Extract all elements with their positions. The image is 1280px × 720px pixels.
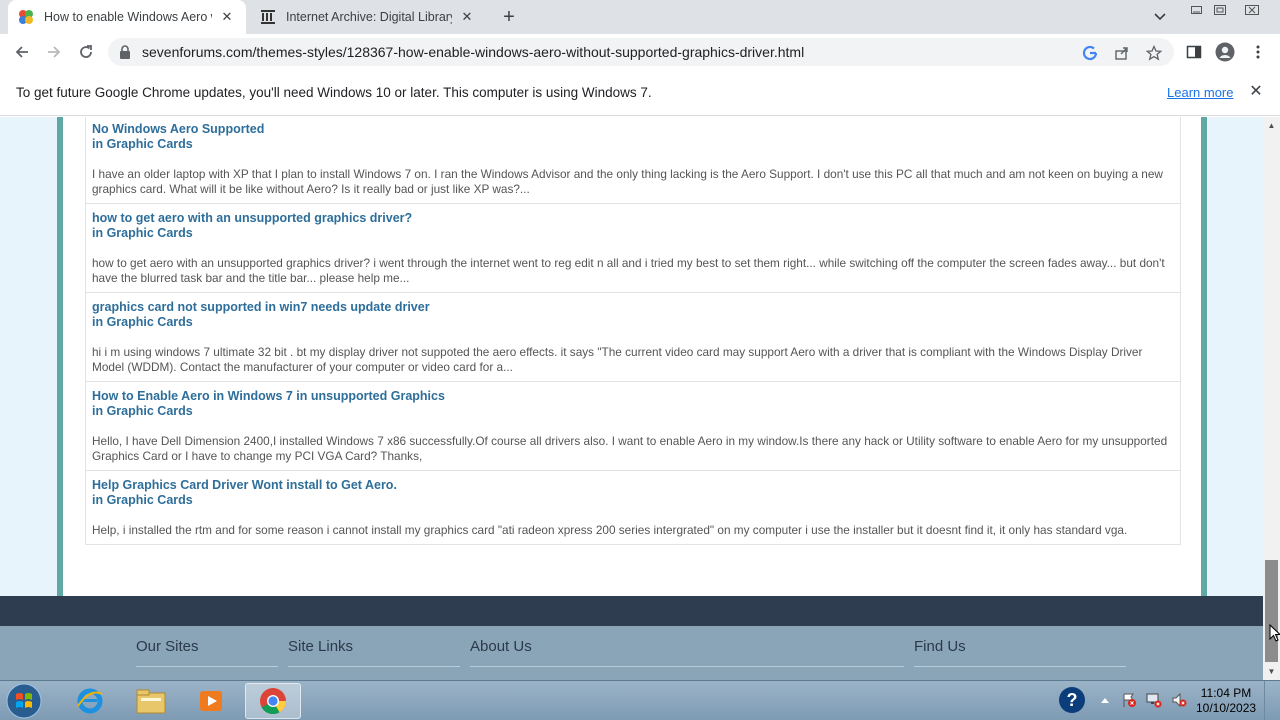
volume-muted-icon[interactable] [1170,691,1188,709]
profile-avatar-icon[interactable] [1215,42,1235,62]
action-center-flag-icon[interactable] [1120,691,1138,709]
browser-toolbar: sevenforums.com/themes-styles/128367-how… [0,34,1280,70]
show-desktop-button[interactable] [1264,681,1280,720]
footer-heading-our-sites: Our Sites [136,638,278,667]
footer-heading-text: About Us [470,638,532,655]
windows-taskbar: ? 11:04 PM 10/10/2023 [0,680,1280,720]
mouse-cursor-icon [1269,624,1280,642]
page-scrollbar[interactable]: ▲ ▼ [1263,117,1280,680]
site-footer: Our Sites Site Links About Us Find Us [0,626,1263,680]
tab-strip: How to enable Windows Aero wi ✕ Internet… [0,0,1280,34]
footer-divider [914,666,1126,667]
clock-time: 11:04 PM [1200,686,1252,700]
svg-text:?: ? [1067,690,1078,710]
taskbar-windows-explorer-icon[interactable] [123,683,179,719]
thread-snippet: Hello, I have Dell Dimension 2400,I inst… [92,434,1168,463]
more-menu-icon[interactable] [1248,42,1268,62]
page-viewport: No Windows Aero Supported in Graphic Car… [0,117,1263,680]
list-item: how to get aero with an unsupported grap… [86,204,1180,293]
infobar-message: To get future Google Chrome updates, you… [16,85,652,100]
similar-threads-list: No Windows Aero Supported in Graphic Car… [85,117,1181,545]
close-tab-icon[interactable]: ✕ [458,8,476,26]
footer-band [0,596,1263,626]
footer-heading-text: Site Links [288,638,354,655]
list-item: How to Enable Aero in Windows 7 in unsup… [86,382,1180,471]
close-window-icon[interactable] [1240,2,1264,18]
close-infobar-icon[interactable]: ✕ [1248,83,1264,100]
google-translate-icon[interactable] [1081,44,1099,62]
thread-snippet: I have an older laptop with XP that I pl… [92,167,1163,196]
start-button[interactable] [4,682,44,720]
thread-forum-label: in Graphic Cards [92,226,193,240]
thread-title-link[interactable]: Help Graphics Card Driver Wont install t… [92,478,1174,493]
thread-snippet: Help, i installed the rtm and for some r… [92,523,1128,537]
side-panel-icon[interactable] [1184,42,1204,62]
bookmark-star-icon[interactable] [1145,44,1163,62]
clock-date: 10/10/2023 [1196,701,1257,715]
footer-heading-site-links: Site Links [288,638,460,667]
thread-snippet: hi i m using windows 7 ultimate 32 bit .… [92,345,1143,374]
close-tab-icon[interactable]: ✕ [218,8,236,26]
internet-archive-favicon-icon [260,9,276,25]
back-arrow-icon[interactable] [10,40,34,64]
thread-title-link[interactable]: How to Enable Aero in Windows 7 in unsup… [92,389,1174,404]
address-bar[interactable]: sevenforums.com/themes-styles/128367-how… [108,38,1174,66]
footer-heading-about-us: About Us [470,638,904,667]
learn-more-link[interactable]: Learn more [1167,85,1233,100]
help-question-icon[interactable]: ? [1058,685,1086,715]
list-item: graphics card not supported in win7 need… [86,293,1180,382]
thread-forum-label: in Graphic Cards [92,315,193,329]
list-item: No Windows Aero Supported in Graphic Car… [86,117,1180,204]
taskbar-google-chrome-icon[interactable] [245,683,301,719]
restore-window-icon[interactable] [1208,2,1232,18]
tab-title: Internet Archive: Digital Library o [286,10,452,24]
taskbar-internet-explorer-icon[interactable] [62,683,118,719]
lock-icon[interactable] [118,44,134,60]
scrollbar-thumb[interactable] [1265,560,1278,662]
scroll-down-arrow-icon[interactable]: ▼ [1263,663,1280,680]
thread-snippet: how to get aero with an unsupported grap… [92,256,1165,285]
tab-title: How to enable Windows Aero wi [44,10,212,24]
thread-forum-label: in Graphic Cards [92,137,193,151]
minimize-window-icon[interactable] [1184,2,1208,18]
new-tab-button[interactable]: + [498,6,520,28]
forward-arrow-icon[interactable] [42,40,66,64]
share-icon[interactable] [1113,44,1131,62]
tab-internet-archive[interactable]: Internet Archive: Digital Library o ✕ [250,0,486,34]
thread-forum-label: in Graphic Cards [92,404,193,418]
footer-divider [136,666,278,667]
thread-title-link[interactable]: how to get aero with an unsupported grap… [92,211,1174,226]
network-icon[interactable] [1145,691,1163,709]
url-text: sevenforums.com/themes-styles/128367-how… [142,44,805,60]
footer-divider [288,666,460,667]
show-hidden-icons-arrow-icon[interactable] [1098,691,1112,709]
scroll-up-arrow-icon[interactable]: ▲ [1263,117,1280,134]
tab-search-chevron-icon[interactable] [1150,8,1170,26]
sevenforums-favicon-icon [18,9,34,25]
thread-title-link[interactable]: graphics card not supported in win7 need… [92,300,1174,315]
footer-divider [470,666,904,667]
tab-sevenforums[interactable]: How to enable Windows Aero wi ✕ [8,0,246,34]
taskbar-clock[interactable]: 11:04 PM 10/10/2023 [1196,686,1256,716]
footer-heading-text: Our Sites [136,638,199,655]
footer-heading-text: Find Us [914,638,966,655]
taskbar-media-player-icon[interactable] [183,683,239,719]
update-infobar: To get future Google Chrome updates, you… [0,70,1280,116]
thread-title-link[interactable]: No Windows Aero Supported [92,122,1174,137]
footer-heading-find-us: Find Us [914,638,1126,667]
thread-forum-label: in Graphic Cards [92,493,193,507]
list-item: Help Graphics Card Driver Wont install t… [86,471,1180,545]
reload-icon[interactable] [74,40,98,64]
